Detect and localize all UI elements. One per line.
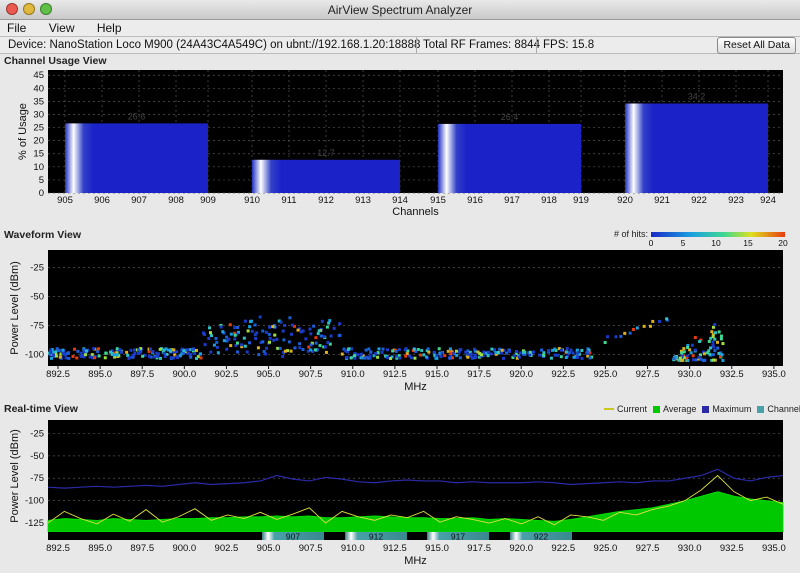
usage-bar [438,123,581,193]
usage-x-tick: 919 [573,195,589,206]
waveform-title: Waveform View [4,229,82,241]
usage-x-tick: 920 [617,195,633,206]
usage-x-tick: 915 [430,195,446,206]
usage-x-label: Channels [392,206,439,218]
usage-x-tick: 912 [318,195,334,206]
usage-x-tick: 906 [94,195,110,206]
usage-x-tick: 916 [467,195,483,206]
usage-y-tick: 40 [33,83,44,94]
legend-channels: Channels [767,404,800,414]
usage-y-tick: 35 [33,96,44,107]
usage-bar-label: 26.6 [128,111,146,121]
usage-x-tick: 924 [760,195,776,206]
usage-bar-label: 12.7 [317,148,335,158]
usage-bar-label: 26.4 [501,112,519,122]
usage-bar [65,123,208,193]
usage-y-tick: 20 [33,136,44,147]
realtime-title: Real-time View [4,403,78,415]
channels-swatch-icon [757,405,765,413]
hits-legend-title: # of hits: [614,229,649,239]
usage-bar [625,103,768,193]
usage-y-tick: 0 [39,188,44,199]
usage-x-tick: 911 [281,195,296,206]
legend-average: Average [663,404,697,414]
legend-current: Current [617,404,648,414]
usage-x-tick: 910 [244,195,260,206]
usage-x-tick: 918 [541,195,557,206]
usage-x-tick: 907 [131,195,147,206]
usage-y-tick: 25 [33,123,44,134]
legend-maximum: Maximum [712,404,752,414]
usage-x-tick: 913 [355,195,371,206]
maximum-swatch-icon [702,405,710,413]
current-swatch-icon [604,408,614,410]
usage-y-tick: 10 [33,162,44,173]
usage-y-tick: 15 [33,149,44,160]
usage-x-tick: 914 [392,195,408,206]
usage-x-tick: 917 [504,195,520,206]
realtime-legend: Current Average Maximum Channels [604,404,800,414]
usage-y-tick: 30 [33,109,44,120]
usage-x-tick: 908 [168,195,184,206]
usage-x-tick: 922 [691,195,707,206]
usage-y-tick: 45 [33,70,44,81]
usage-y-label: % of Usage [17,103,29,160]
usage-x-tick: 923 [728,195,744,206]
usage-bar-label: 34.2 [688,91,706,101]
usage-x-tick: 909 [200,195,216,206]
usage-x-tick: 905 [57,195,73,206]
channel-usage-chart: 0 5 10 15 20 25 30 35 40 45 905 906 907 908 909 910 911 9… [17,70,783,218]
average-swatch-icon [653,405,661,413]
usage-x-tick: 921 [654,195,670,206]
usage-bar [252,159,400,193]
usage-y-tick: 5 [39,175,44,186]
